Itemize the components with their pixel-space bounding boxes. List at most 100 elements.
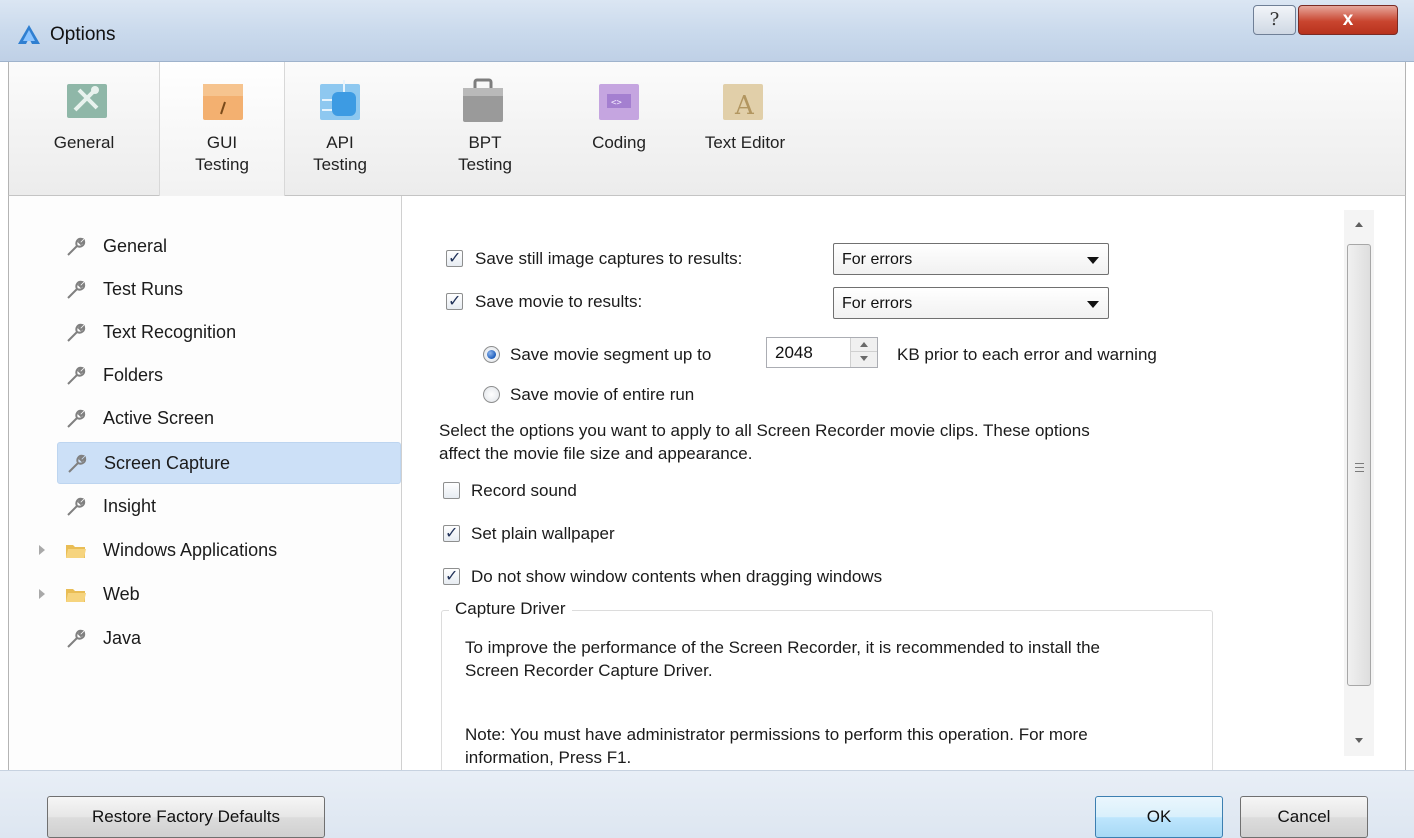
category-gui-testing[interactable]: GUI Testing <box>159 62 285 196</box>
category-label: API Testing <box>313 133 367 174</box>
category-ribbon: General GUI Testing API Testing BPT Test… <box>8 62 1406 196</box>
api-testing-icon <box>320 80 360 120</box>
dropdown-value: For errors <box>842 295 913 312</box>
screen-capture-settings: Save still image captures to results: Fo… <box>403 196 1406 770</box>
tree-item-folders[interactable]: Folders <box>57 355 401 397</box>
folder-icon <box>66 589 86 602</box>
tree-item-label: Windows Applications <box>103 540 278 560</box>
cancel-button[interactable]: Cancel <box>1240 796 1368 838</box>
scroll-up-icon[interactable] <box>1344 210 1374 240</box>
save-movie-label: Save movie to results: <box>475 292 643 311</box>
save-segment-label: Save movie segment up to <box>510 345 712 364</box>
dropdown-value: For errors <box>842 251 913 268</box>
tree-item-label: General <box>103 236 168 256</box>
hide-window-contents-checkbox[interactable] <box>443 566 460 585</box>
wrench-icon <box>67 237 86 256</box>
tree-item-insight[interactable]: Insight <box>57 486 401 528</box>
category-label: GUI Testing <box>195 133 249 174</box>
plain-wallpaper-label: Set plain wallpaper <box>471 524 615 543</box>
dialog-footer: Restore Factory Defaults OK Cancel <box>0 770 1414 838</box>
grip-icon <box>1355 463 1364 472</box>
category-coding[interactable]: <> Coding <box>569 62 669 196</box>
category-label: BPT Testing <box>458 133 512 174</box>
wrench-icon <box>67 366 86 385</box>
hide-window-contents-label: Do not show window contents when draggin… <box>471 567 883 586</box>
segment-size-stepper[interactable]: 2048 <box>766 337 878 368</box>
stepper-up-icon[interactable] <box>851 338 877 352</box>
category-text-editor[interactable]: A Text Editor <box>685 62 805 196</box>
capture-driver-group <box>441 610 1213 770</box>
app-logo-icon <box>18 25 40 44</box>
capture-driver-text-line-2: Screen Recorder Capture Driver. <box>465 661 713 680</box>
capture-driver-text-line-1: To improve the performance of the Screen… <box>465 638 1100 657</box>
tree-item-label: Web <box>103 584 140 604</box>
tree-item-general[interactable]: General <box>57 226 401 268</box>
wrench-icon <box>67 497 86 516</box>
tree-item-label: Test Runs <box>103 279 184 299</box>
category-label: Coding <box>592 133 646 152</box>
wrench-icon <box>67 629 86 648</box>
tree-item-web[interactable]: Web <box>39 574 401 616</box>
help-button[interactable]: ? <box>1253 5 1296 35</box>
expand-arrow-icon[interactable] <box>39 545 45 555</box>
vertical-scrollbar[interactable] <box>1344 210 1374 756</box>
segment-size-value: 2048 <box>775 343 813 362</box>
tree-item-text-recognition[interactable]: Text Recognition <box>57 312 401 354</box>
save-segment-radio[interactable] <box>483 346 500 363</box>
window-title: Options <box>50 24 116 45</box>
tree-item-label: Folders <box>103 365 164 385</box>
tree-item-label: Active Screen <box>103 408 215 428</box>
expand-arrow-icon[interactable] <box>39 589 45 599</box>
tree-item-active-screen[interactable]: Active Screen <box>57 398 401 440</box>
chevron-down-icon <box>1087 301 1099 308</box>
wrench-icon <box>68 454 87 473</box>
tree-item-label: Screen Capture <box>104 453 231 473</box>
svg-text:<>: <> <box>611 98 622 108</box>
capture-driver-note-line-1: Note: You must have administrator permis… <box>465 725 1088 744</box>
tree-item-label: Text Recognition <box>103 322 237 342</box>
save-still-label: Save still image captures to results: <box>475 249 743 268</box>
scroll-thumb[interactable] <box>1347 244 1371 686</box>
options-tree: General Test Runs Text Recognition Folde… <box>8 196 402 770</box>
tree-item-java[interactable]: Java <box>57 618 401 660</box>
tree-item-test-runs[interactable]: Test Runs <box>57 269 401 311</box>
save-entire-run-radio[interactable] <box>483 386 500 403</box>
tree-item-windows-applications[interactable]: Windows Applications <box>39 530 401 572</box>
category-general[interactable]: General <box>9 62 159 196</box>
title-bar: Options ? x <box>0 0 1414 62</box>
tree-item-label: Insight <box>103 496 157 516</box>
wrench-icon <box>67 280 86 299</box>
save-movie-checkbox[interactable] <box>446 291 463 310</box>
scroll-down-icon[interactable] <box>1344 726 1374 756</box>
bpt-testing-icon <box>463 78 503 122</box>
stepper-down-icon[interactable] <box>851 352 877 366</box>
wrench-icon <box>67 323 86 342</box>
description-line-1: Select the options you want to apply to … <box>439 421 1090 440</box>
svg-text:A: A <box>734 91 755 121</box>
wrench-icon <box>67 409 86 428</box>
capture-driver-legend: Capture Driver <box>449 599 572 619</box>
save-still-dropdown[interactable]: For errors <box>833 243 1109 275</box>
segment-suffix-label: KB prior to each error and warning <box>897 345 1157 364</box>
folder-icon <box>66 545 86 558</box>
ok-button[interactable]: OK <box>1095 796 1223 838</box>
restore-defaults-button[interactable]: Restore Factory Defaults <box>47 796 325 838</box>
general-tools-icon <box>67 84 107 118</box>
text-editor-icon: A <box>723 84 763 121</box>
gui-testing-icon <box>203 84 243 120</box>
save-entire-run-label: Save movie of entire run <box>510 385 695 404</box>
close-button[interactable]: x <box>1298 5 1398 35</box>
chevron-down-icon <box>1087 257 1099 264</box>
tree-item-screen-capture[interactable]: Screen Capture <box>57 442 401 484</box>
description-line-2: affect the movie file size and appearanc… <box>439 444 753 463</box>
plain-wallpaper-checkbox[interactable] <box>443 523 460 542</box>
category-api-testing[interactable]: API Testing <box>285 62 395 196</box>
record-sound-label: Record sound <box>471 481 577 500</box>
tree-item-label: Java <box>103 628 142 648</box>
record-sound-checkbox[interactable] <box>443 482 460 499</box>
category-bpt-testing[interactable]: BPT Testing <box>435 62 535 196</box>
coding-icon: <> <box>599 84 639 120</box>
save-movie-dropdown[interactable]: For errors <box>833 287 1109 319</box>
save-still-checkbox[interactable] <box>446 248 463 267</box>
category-label: Text Editor <box>704 133 786 152</box>
